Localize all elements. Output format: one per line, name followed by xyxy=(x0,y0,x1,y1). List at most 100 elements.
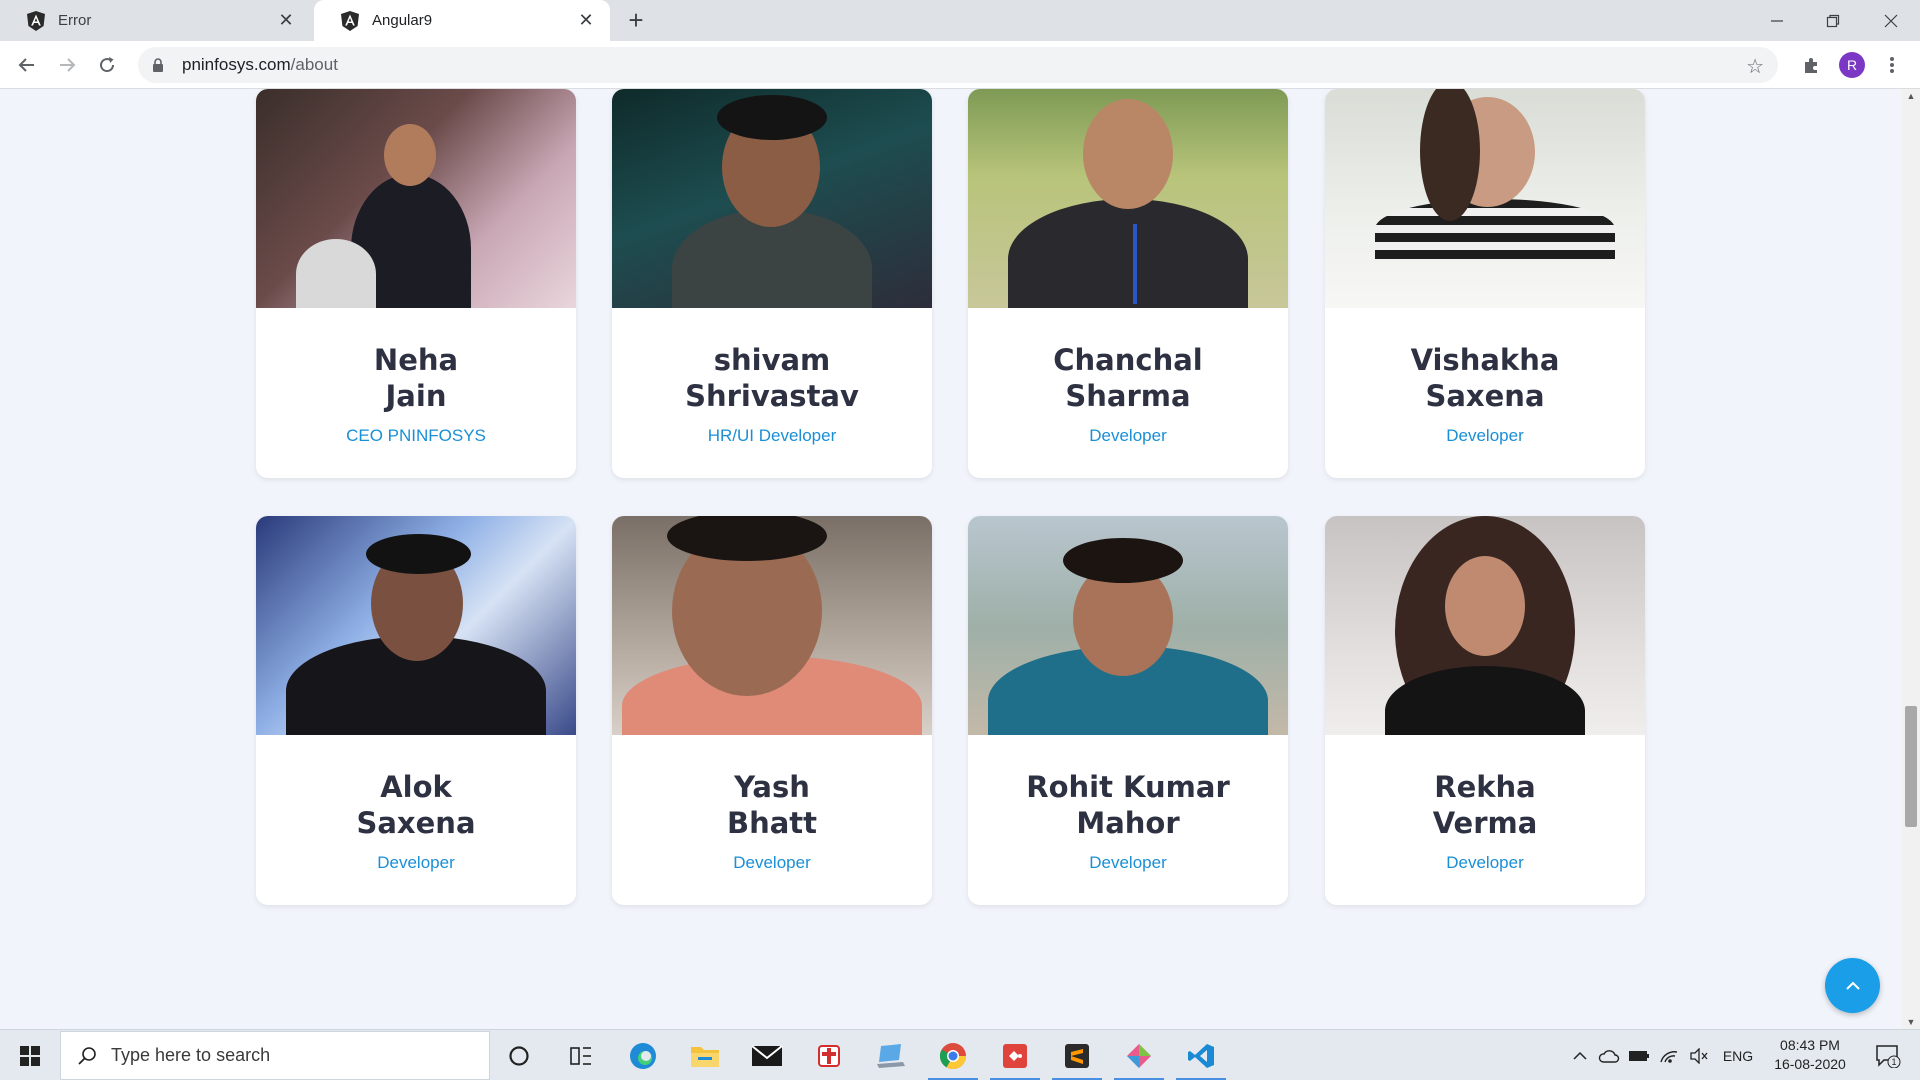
edge-icon[interactable] xyxy=(612,1030,674,1080)
reload-icon[interactable] xyxy=(91,49,123,81)
member-last-name: Bhatt xyxy=(726,806,818,840)
member-first-name: shivam xyxy=(713,343,831,377)
member-first-name: Vishakha xyxy=(1410,343,1560,377)
member-last-name: Saxena xyxy=(1425,379,1545,413)
chevron-up-icon xyxy=(1845,981,1860,990)
extensions-icon[interactable] xyxy=(1795,49,1827,81)
minimize-icon[interactable] xyxy=(1748,0,1806,41)
team-card: Rohit Kumar Mahor Developer xyxy=(968,516,1288,905)
member-name: Alok Saxena xyxy=(256,769,576,841)
vscode-icon[interactable] xyxy=(1170,1030,1232,1080)
language-indicator[interactable]: ENG xyxy=(1718,1030,1758,1080)
team-member-photo xyxy=(612,89,932,308)
git-icon[interactable] xyxy=(984,1030,1046,1080)
member-name: Rekha Verma xyxy=(1325,769,1645,841)
member-role: Developer xyxy=(377,853,455,872)
tab-angular9[interactable]: Angular9 ✕ xyxy=(314,0,610,41)
member-name: Vishakha Saxena xyxy=(1325,342,1645,414)
member-first-name: Neha xyxy=(373,343,459,377)
avatar: R xyxy=(1839,52,1865,78)
member-role: Developer xyxy=(1089,426,1167,445)
team-card: Alok Saxena Developer xyxy=(256,516,576,905)
forward-icon[interactable] xyxy=(51,49,83,81)
team-member-photo xyxy=(256,516,576,735)
member-first-name: Rekha xyxy=(1434,770,1536,804)
member-last-name: Saxena xyxy=(356,806,476,840)
member-role: Developer xyxy=(1446,426,1524,445)
page-scrollbar[interactable]: ▲ ▼ xyxy=(1902,89,1920,1029)
close-window-icon[interactable] xyxy=(1862,0,1920,41)
close-icon[interactable]: ✕ xyxy=(276,10,296,31)
profile-avatar[interactable]: R xyxy=(1836,49,1868,81)
team-member-photo xyxy=(968,89,1288,308)
member-first-name: Yash xyxy=(734,770,810,804)
close-icon[interactable]: ✕ xyxy=(576,10,596,31)
scroll-to-top-button[interactable] xyxy=(1825,958,1880,1013)
system-clock[interactable]: 08:43 PM 16-08-2020 xyxy=(1760,1036,1860,1074)
team-member-photo xyxy=(968,516,1288,735)
menu-icon[interactable] xyxy=(1876,49,1908,81)
bookmark-star-icon[interactable]: ☆ xyxy=(1746,54,1764,79)
restore-icon[interactable] xyxy=(1804,0,1862,41)
angular-icon xyxy=(26,10,46,31)
tab-title: Angular9 xyxy=(372,12,433,29)
task-view-icon[interactable] xyxy=(550,1030,612,1080)
member-last-name: Shrivastav xyxy=(685,379,859,413)
team-card: Yash Bhatt Developer xyxy=(612,516,932,905)
member-role: Developer xyxy=(733,853,811,872)
team-card: Chanchal Sharma Developer xyxy=(968,89,1288,478)
gift-icon[interactable] xyxy=(798,1030,860,1080)
team-card: shivam Shrivastav HR/UI Developer xyxy=(612,89,932,478)
cortana-icon[interactable] xyxy=(488,1030,550,1080)
member-role: HR/UI Developer xyxy=(707,426,837,445)
clock-date: 16-08-2020 xyxy=(1774,1056,1846,1072)
windows-start-icon[interactable] xyxy=(0,1030,60,1080)
mail-icon[interactable] xyxy=(736,1030,798,1080)
member-role: Developer xyxy=(1089,853,1167,872)
chrome-icon[interactable] xyxy=(922,1030,984,1080)
team-card: Neha Jain CEO PNINFOSYS xyxy=(256,89,576,478)
taskbar-search-box[interactable]: Type here to search xyxy=(60,1031,490,1080)
tool-icon[interactable] xyxy=(1108,1030,1170,1080)
file-explorer-icon[interactable] xyxy=(674,1030,736,1080)
member-last-name: Jain xyxy=(385,379,447,413)
volume-muted-icon[interactable] xyxy=(1686,1030,1712,1080)
chevron-up-icon[interactable] xyxy=(1568,1030,1592,1080)
sublime-icon[interactable] xyxy=(1046,1030,1108,1080)
notification-count: 1 xyxy=(1891,1057,1896,1067)
scroll-up-arrow-icon[interactable]: ▲ xyxy=(1902,89,1920,103)
team-member-photo xyxy=(1325,516,1645,735)
member-name: Yash Bhatt xyxy=(612,769,932,841)
member-name: Rohit Kumar Mahor xyxy=(968,769,1288,841)
scrollbar-thumb[interactable] xyxy=(1905,706,1917,827)
search-icon xyxy=(78,1046,96,1065)
laptop-app-icon[interactable] xyxy=(860,1030,922,1080)
tab-error[interactable]: Error ✕ xyxy=(0,0,310,41)
url-text: pninfosys.com/about xyxy=(182,55,338,75)
windows-taskbar: Type here to search ENG 08:43 PM 16-08-2… xyxy=(0,1029,1920,1080)
member-first-name: Alok xyxy=(380,770,452,804)
member-name: Neha Jain xyxy=(256,342,576,414)
onedrive-icon[interactable] xyxy=(1596,1030,1622,1080)
battery-icon[interactable] xyxy=(1626,1030,1652,1080)
member-last-name: Mahor xyxy=(1076,806,1180,840)
wifi-icon[interactable] xyxy=(1656,1030,1682,1080)
url-host: pninfosys.com xyxy=(182,55,291,74)
team-member-photo xyxy=(256,89,576,308)
page-viewport: Neha Jain CEO PNINFOSYS shivam Shrivastav … xyxy=(0,89,1920,1029)
scroll-down-arrow-icon[interactable]: ▼ xyxy=(1902,1015,1920,1029)
back-icon[interactable] xyxy=(11,49,43,81)
new-tab-button[interactable]: + xyxy=(622,6,650,34)
url-path: /about xyxy=(290,55,338,74)
notification-center-icon[interactable]: 1 xyxy=(1866,1030,1910,1080)
lock-icon[interactable] xyxy=(152,57,166,73)
browser-toolbar: pninfosys.com/about ☆ R xyxy=(0,41,1920,89)
member-last-name: Sharma xyxy=(1065,379,1191,413)
team-member-photo xyxy=(1325,89,1645,308)
address-bar[interactable]: pninfosys.com/about ☆ xyxy=(138,47,1778,83)
member-last-name: Verma xyxy=(1432,806,1538,840)
member-role: Developer xyxy=(1446,853,1524,872)
search-placeholder: Type here to search xyxy=(111,1045,271,1065)
member-first-name: Rohit Kumar xyxy=(1026,770,1230,804)
member-role: CEO PNINFOSYS xyxy=(346,426,486,445)
